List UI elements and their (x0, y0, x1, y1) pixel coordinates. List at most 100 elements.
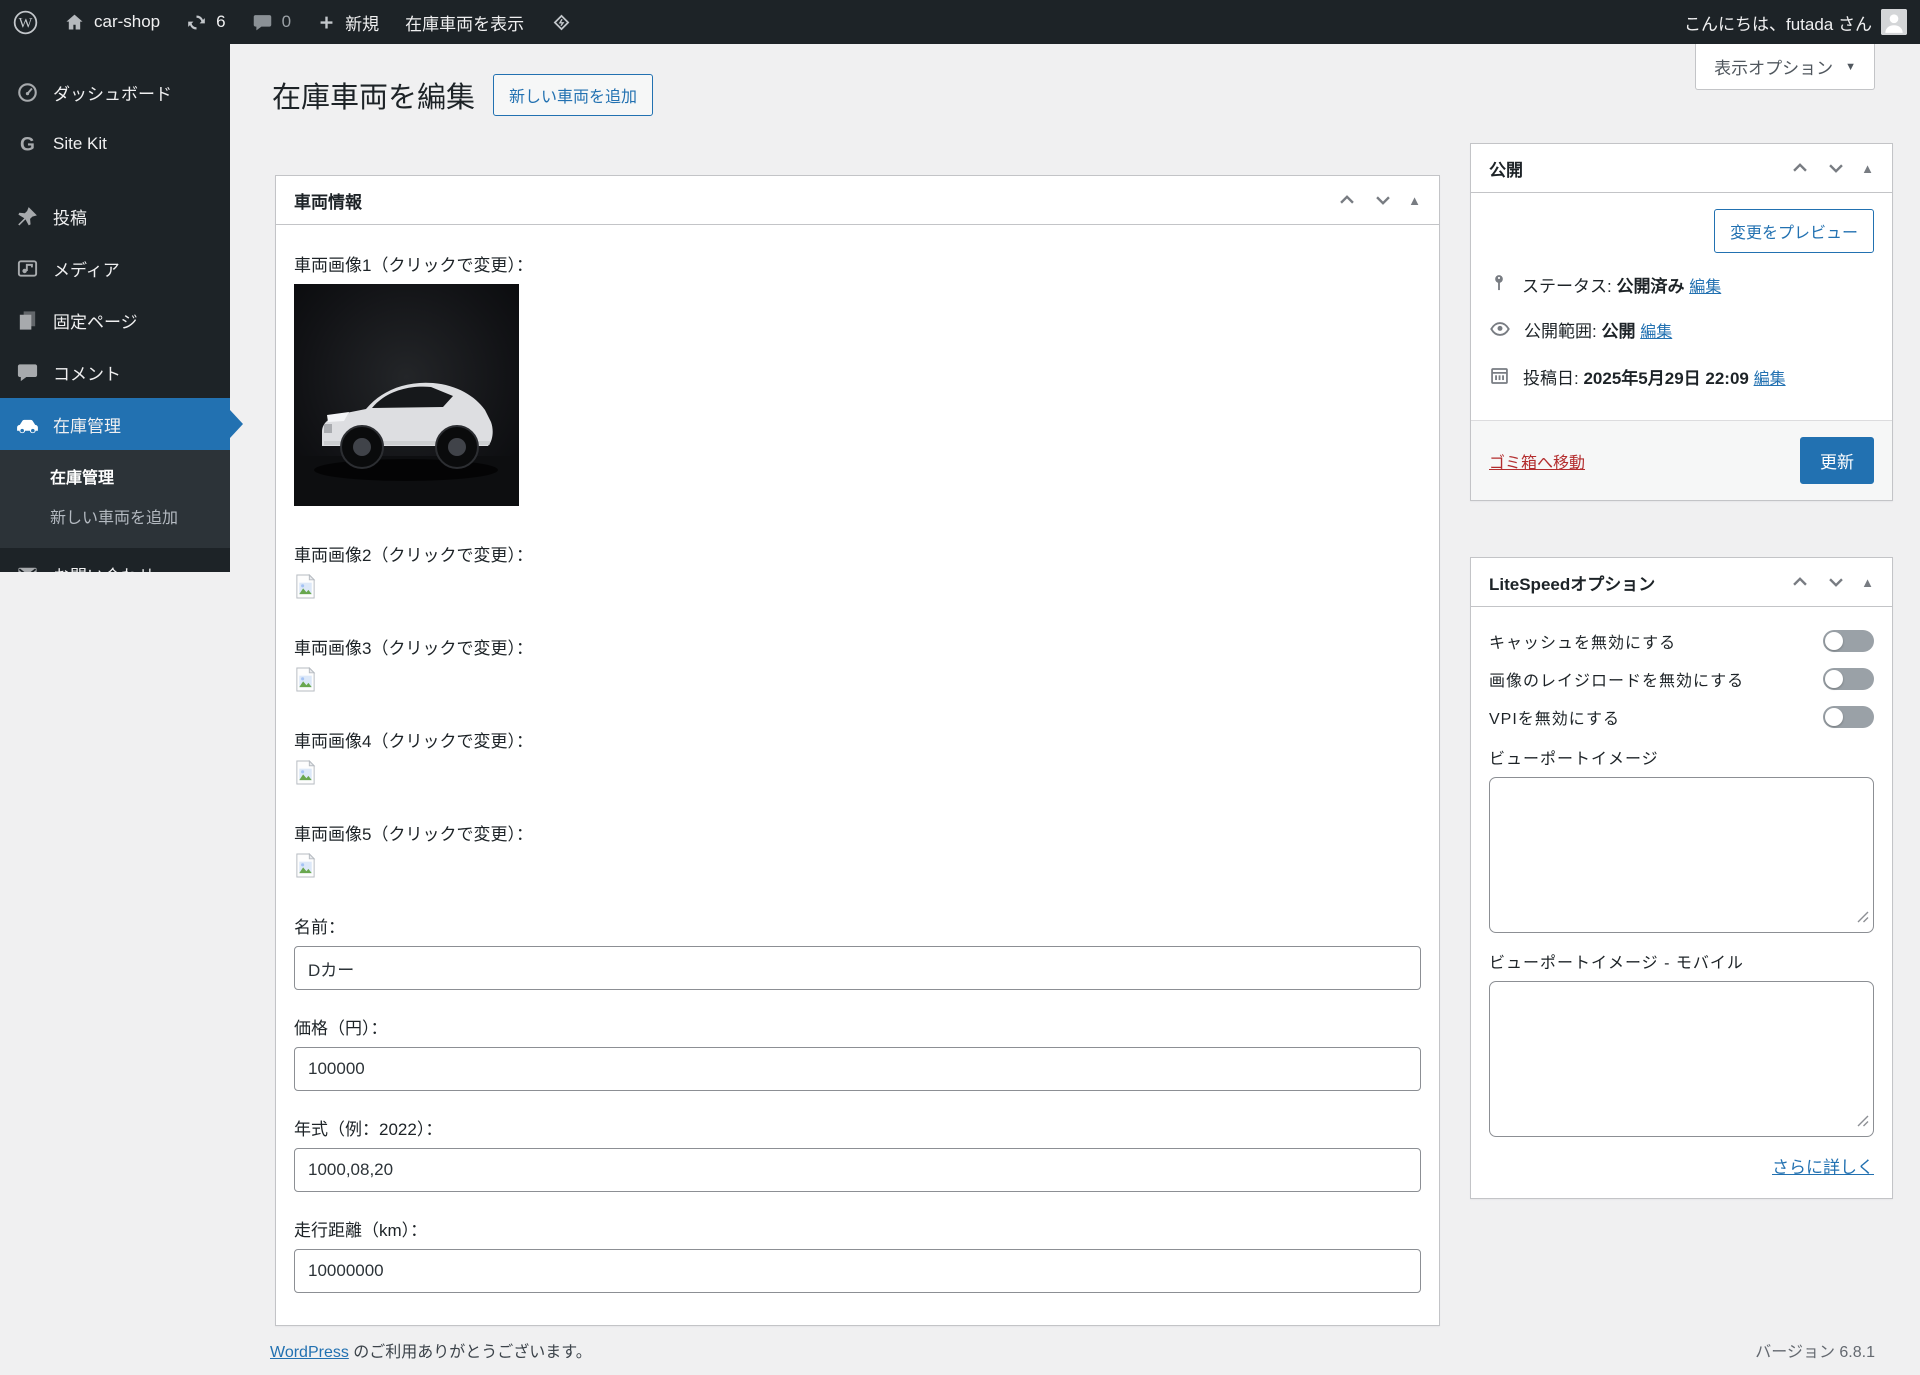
preview-changes-button[interactable]: 変更をプレビュー (1714, 209, 1874, 253)
move-up-button[interactable] (1789, 157, 1811, 179)
status-value: 公開済み (1616, 277, 1684, 296)
toggle-label: 画像のレイジロードを無効にする (1489, 667, 1744, 691)
move-down-button[interactable] (1825, 157, 1847, 179)
wordpress-logo[interactable]: W (0, 0, 51, 44)
price-input[interactable] (294, 1047, 1421, 1091)
mileage-input[interactable] (294, 1249, 1421, 1293)
field-label: 車両画像1（クリックで変更）： (294, 251, 1421, 276)
avatar (1881, 9, 1907, 35)
viewport-image-textarea[interactable] (1489, 777, 1874, 933)
vehicle-image-field-3: 車両画像3（クリックで変更）： (294, 634, 1421, 697)
sitekit-g-icon: G (14, 133, 40, 156)
sidebar-item-inventory[interactable]: 在庫管理 (0, 398, 230, 450)
inventory-submenu: 在庫管理 新しい車両を追加 (0, 450, 230, 548)
chevron-down-icon: ▼ (1845, 61, 1856, 73)
disable-vpi-row: VPIを無効にする (1489, 705, 1874, 729)
metabox-header: 車両情報 ▲ (276, 176, 1439, 225)
update-button[interactable]: 更新 (1800, 437, 1874, 484)
vehicle-image-field-5: 車両画像5（クリックで変更）： (294, 820, 1421, 883)
submenu-item-add-vehicle[interactable]: 新しい車両を追加 (0, 496, 230, 536)
learn-more-link[interactable]: さらに詳しく (1772, 1158, 1874, 1177)
disable-lazyload-toggle[interactable] (1823, 668, 1874, 690)
page-title: 在庫車両を編集 (272, 74, 475, 116)
sidebar-item-label: Site Kit (53, 134, 107, 154)
update-count: 6 (216, 12, 225, 32)
pushpin-icon (14, 205, 40, 228)
disable-cache-toggle[interactable] (1823, 630, 1874, 652)
edit-status-link[interactable]: 編集 (1689, 279, 1721, 296)
wordpress-link[interactable]: WordPress (270, 1344, 349, 1361)
edit-visibility-link[interactable]: 編集 (1640, 324, 1672, 341)
move-up-button[interactable] (1336, 189, 1358, 211)
comments-link[interactable]: 0 (239, 0, 304, 44)
field-label: 車両画像5（クリックで変更）： (294, 820, 1421, 845)
site-name-link[interactable]: car-shop (51, 0, 173, 44)
broken-image-icon[interactable] (294, 853, 1421, 883)
sidebar-item-contact[interactable]: お問い合わせ (0, 548, 230, 572)
name-field: 名前： (294, 913, 1421, 990)
vehicle-image-1[interactable] (294, 284, 1421, 511)
sidebar-item-sitekit[interactable]: G Site Kit (0, 118, 230, 170)
wordpress-logo-icon: W (13, 10, 38, 35)
mail-icon (14, 563, 40, 573)
publish-box-body: 変更をプレビュー ステータス: 公開済み 編集 公開範囲: 公開 編集 (1471, 193, 1892, 420)
broken-image-icon[interactable] (294, 667, 1421, 697)
vehicle-image-field-1: 車両画像1（クリックで変更）： (294, 251, 1421, 511)
pages-icon (14, 309, 40, 332)
date-row: 投稿日: 2025年5月29日 22:09 編集 (1489, 364, 1874, 391)
sidebar-item-label: 固定ページ (53, 308, 138, 333)
menu-separator (0, 170, 230, 190)
name-input[interactable] (294, 946, 1421, 990)
sidebar-item-media[interactable]: メディア (0, 242, 230, 294)
admin-bar: W car-shop 6 0 新規 在庫車両を表示 こんにちは、futad (0, 0, 1920, 44)
comment-icon (252, 12, 273, 33)
screen-options-button[interactable]: 表示オプション ▼ (1695, 44, 1875, 90)
sidebar-item-label: コメント (53, 360, 121, 385)
sidebar-item-dashboard[interactable]: ダッシュボード (0, 66, 230, 118)
sidebar-item-label: 投稿 (53, 204, 87, 229)
move-to-trash-link[interactable]: ゴミ箱へ移動 (1489, 449, 1585, 473)
media-icon (14, 257, 40, 280)
metabox-body: 車両画像1（クリックで変更）： (276, 225, 1439, 1325)
year-input[interactable] (294, 1148, 1421, 1192)
field-label: 車両画像2（クリックで変更）： (294, 541, 1421, 566)
sidebar-item-pages[interactable]: 固定ページ (0, 294, 230, 346)
litespeed-icon (550, 11, 573, 34)
litespeed-menu[interactable] (537, 0, 586, 44)
edit-date-link[interactable]: 編集 (1754, 371, 1786, 388)
disable-vpi-toggle[interactable] (1823, 706, 1874, 728)
collapse-toggle-icon[interactable]: ▲ (1861, 161, 1874, 176)
collapse-toggle-icon[interactable]: ▲ (1861, 575, 1874, 590)
account-menu[interactable]: こんにちは、futada さん (1671, 9, 1920, 35)
disable-cache-row: キャッシュを無効にする (1489, 629, 1874, 653)
svg-text:W: W (19, 15, 33, 31)
broken-image-icon[interactable] (294, 574, 1421, 604)
move-up-button[interactable] (1789, 571, 1811, 593)
field-label: 走行距離（km）： (294, 1216, 1421, 1241)
submenu-item-inventory[interactable]: 在庫管理 (0, 456, 230, 496)
field-label: 名前： (294, 913, 1421, 938)
plus-icon (317, 13, 336, 32)
dashboard-icon (14, 81, 40, 104)
page-header: 在庫車両を編集 新しい車両を追加 (272, 74, 653, 116)
view-vehicle-link[interactable]: 在庫車両を表示 (392, 0, 537, 44)
publish-box-header: 公開 ▲ (1471, 144, 1892, 193)
new-content-label: 新規 (345, 10, 379, 35)
viewport-image-mobile-textarea[interactable] (1489, 981, 1874, 1137)
sidebar-item-posts[interactable]: 投稿 (0, 190, 230, 242)
field-label: 年式（例：2022）： (294, 1115, 1421, 1140)
litespeed-box-header: LiteSpeedオプション ▲ (1471, 558, 1892, 607)
broken-image-icon[interactable] (294, 760, 1421, 790)
sidebar-item-comments[interactable]: コメント (0, 346, 230, 398)
move-down-button[interactable] (1372, 189, 1394, 211)
sidebar-item-label: お問い合わせ (53, 562, 155, 573)
move-down-button[interactable] (1825, 571, 1847, 593)
new-content-link[interactable]: 新規 (304, 0, 392, 44)
add-new-vehicle-button[interactable]: 新しい車両を追加 (493, 74, 653, 116)
active-item-arrow (230, 410, 243, 438)
collapse-toggle-icon[interactable]: ▲ (1408, 193, 1421, 208)
status-label: ステータス: (1522, 277, 1612, 296)
home-icon (64, 12, 85, 33)
updates-link[interactable]: 6 (173, 0, 238, 44)
comment-count: 0 (282, 12, 291, 32)
